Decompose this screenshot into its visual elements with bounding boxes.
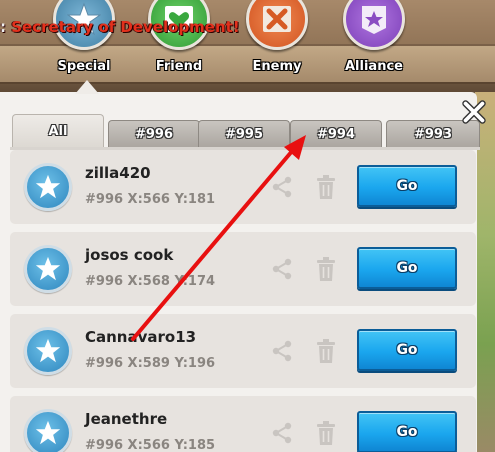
category-alliance-label: Alliance	[345, 59, 403, 74]
star-banner-icon	[343, 0, 405, 50]
category-enemy-label: Enemy	[252, 59, 302, 74]
share-icon[interactable]	[270, 175, 294, 199]
bookmark-row: Cannavaro13 #996 X:589 Y:196 Go	[10, 314, 476, 388]
star-icon	[24, 327, 72, 375]
bookmark-coords: #996 X:589 Y:196	[85, 356, 216, 371]
category-special-label: Special	[57, 59, 111, 74]
trash-icon[interactable]	[316, 174, 336, 200]
share-icon[interactable]	[270, 257, 294, 281]
tab-all[interactable]: All	[12, 114, 104, 148]
category-special-button[interactable]: Special	[48, 0, 120, 80]
share-icon[interactable]	[270, 421, 294, 445]
category-friend-button[interactable]: Friend	[143, 0, 215, 80]
crossed-swords-icon	[246, 0, 308, 50]
tab-995[interactable]: #995	[198, 120, 290, 148]
server-tabs: All #996 #995 #994 #993	[10, 114, 480, 148]
ticker-text: Secretary of Development!	[11, 18, 240, 36]
category-friend-label: Friend	[155, 59, 203, 74]
bookmark-coords: #996 X:566 Y:185	[85, 438, 216, 452]
go-button[interactable]: Go	[357, 329, 457, 371]
trash-icon[interactable]	[316, 256, 336, 282]
bookmark-name: josos cook	[85, 246, 174, 264]
star-icon	[24, 409, 72, 452]
share-icon[interactable]	[270, 339, 294, 363]
category-enemy-button[interactable]: Enemy	[241, 0, 313, 80]
bookmark-coords: #996 X:568 Y:174	[85, 274, 216, 289]
announcement-ticker: : Secretary of Development!	[0, 18, 240, 40]
tab-994[interactable]: #994	[290, 120, 382, 148]
category-alliance-button[interactable]: Alliance	[338, 0, 410, 80]
bookmark-coords: #996 X:566 Y:181	[85, 192, 216, 207]
bookmark-name: zilla420	[85, 164, 151, 182]
star-icon	[24, 163, 72, 211]
go-button[interactable]: Go	[357, 247, 457, 289]
close-button[interactable]	[458, 96, 490, 128]
trash-icon[interactable]	[316, 338, 336, 364]
bookmark-row: Jeanethre #996 X:566 Y:185 Go	[10, 396, 476, 452]
bookmark-row: josos cook #996 X:568 Y:174 Go	[10, 232, 476, 306]
tab-996[interactable]: #996	[108, 120, 200, 148]
bookmark-name: Cannavaro13	[85, 328, 197, 346]
bookmark-name: Jeanethre	[85, 410, 168, 428]
bookmark-row: zilla420 #996 X:566 Y:181 Go	[10, 150, 476, 224]
star-icon	[24, 245, 72, 293]
go-button[interactable]: Go	[357, 411, 457, 452]
trash-icon[interactable]	[316, 420, 336, 446]
go-button[interactable]: Go	[357, 165, 457, 207]
ticker-prefix: :	[0, 18, 6, 36]
close-icon	[462, 100, 486, 124]
panel-pointer	[75, 80, 99, 94]
bookmark-list: zilla420 #996 X:566 Y:181 Go josos cook …	[10, 150, 476, 452]
